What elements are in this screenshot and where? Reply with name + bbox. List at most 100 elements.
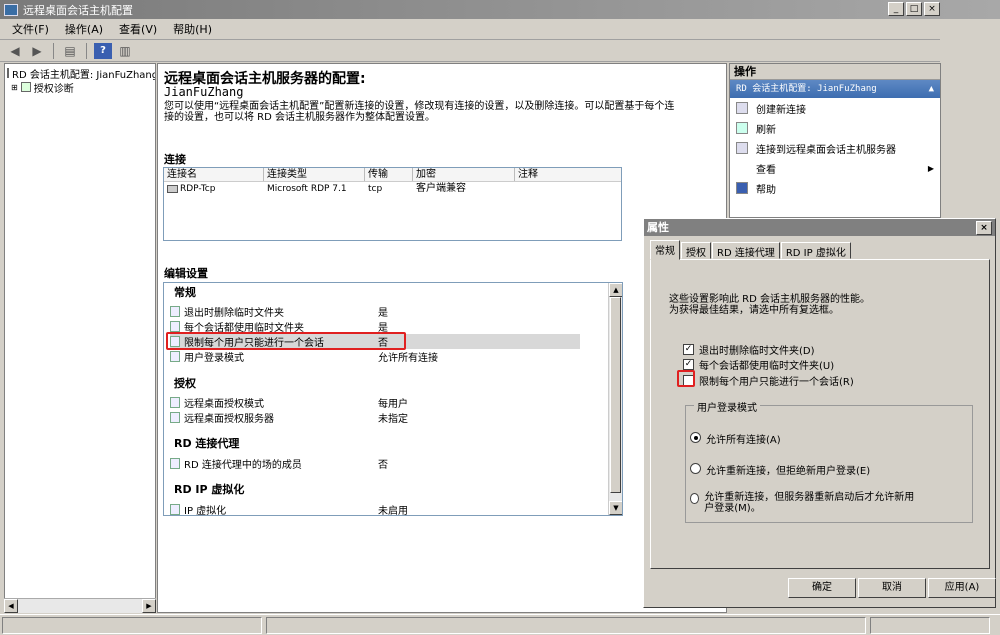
dialog-close-button[interactable]: × xyxy=(976,221,992,235)
checkbox-restrict-single-session[interactable]: 限制每个用户只能进行一个会话(R) xyxy=(683,373,854,388)
show-hide-tree-icon[interactable]: ▤ xyxy=(61,43,79,59)
dialog-description-2: 为获得最佳结果，请选中所有复选框。 xyxy=(669,305,839,316)
tree-item-root[interactable]: RD 会话主机配置: JianFuZhang xyxy=(5,66,155,80)
action-connect-server[interactable]: 连接到远程桌面会话主机服务器 xyxy=(730,138,940,158)
checkbox-label: 退出时删除临时文件夹(D) xyxy=(699,346,815,357)
window-titlebar: 远程桌面会话主机配置 xyxy=(0,0,1000,19)
menu-view[interactable]: 查看(V) xyxy=(111,21,165,37)
list-item[interactable]: 用户登录模式 允许所有连接 xyxy=(170,349,580,364)
tree-hscrollbar[interactable]: ◀ ▶ xyxy=(4,598,156,613)
radio-allow-reconnect-deny-new[interactable]: 允许重新连接，但拒绝新用户登录(E) xyxy=(690,462,870,477)
app-icon xyxy=(4,3,18,16)
submenu-arrow-icon: ▶ xyxy=(927,163,934,173)
scroll-up-icon[interactable]: ▲ xyxy=(609,283,622,297)
table-row[interactable]: RDP-Tcp Microsoft RDP 7.1 tcp 客户端兼容 xyxy=(164,182,621,196)
expand-icon[interactable]: ⊞ xyxy=(11,83,18,92)
checkbox-label: 每个会话都使用临时文件夹(U) xyxy=(699,361,835,372)
table-header: 连接名 连接类型 传输 加密 注释 xyxy=(164,168,621,182)
col-encryption[interactable]: 加密 xyxy=(413,168,515,181)
minimize-button[interactable]: _ xyxy=(888,2,904,16)
radio-label: 允许重新连接，但拒绝新用户登录(E) xyxy=(706,466,871,477)
collapse-icon[interactable]: ▲ xyxy=(929,80,934,98)
scroll-right-icon[interactable]: ▶ xyxy=(142,599,156,613)
new-connection-icon xyxy=(736,102,748,114)
checkbox-per-session-temp[interactable]: ✓ 每个会话都使用临时文件夹(U) xyxy=(683,357,834,372)
tab-general[interactable]: 常规 xyxy=(650,240,680,260)
scroll-left-icon[interactable]: ◀ xyxy=(4,599,18,613)
tab-licensing[interactable]: 授权 xyxy=(681,242,711,259)
main-pane: 远程桌面会话主机服务器的配置: JianFuZhang 您可以使用“远程桌面会话… xyxy=(157,63,727,613)
radio-button[interactable] xyxy=(690,493,700,504)
tab-ip-virtualization[interactable]: RD IP 虚拟化 xyxy=(780,242,851,259)
menu-help[interactable]: 帮助(H) xyxy=(165,21,220,37)
settings-vscrollbar[interactable]: ▲ ▼ xyxy=(608,283,622,515)
cancel-button[interactable]: 取消 xyxy=(858,578,926,598)
dialog-description-1: 这些设置影响此 RD 会话主机服务器的性能。 xyxy=(669,294,871,305)
connections-table: 连接名 连接类型 传输 加密 注释 RDP-Tcp Microsoft RDP … xyxy=(163,167,622,241)
highlight-annotation xyxy=(166,332,406,350)
checkbox-box[interactable]: ✓ xyxy=(683,359,694,370)
scroll-down-icon[interactable]: ▼ xyxy=(609,501,622,515)
checkbox-box[interactable]: ✓ xyxy=(683,344,694,355)
setting-icon xyxy=(170,504,180,515)
radio-allow-all[interactable]: 允许所有连接(A) xyxy=(690,431,781,446)
action-create-connection[interactable]: 创建新连接 xyxy=(730,98,940,118)
radio-button[interactable] xyxy=(690,432,701,443)
list-item[interactable]: 退出时删除临时文件夹 是 xyxy=(170,304,580,319)
menu-file[interactable]: 文件(F) xyxy=(4,21,57,37)
tab-broker[interactable]: RD 连接代理 xyxy=(712,242,780,259)
setting-label: IP 虚拟化 xyxy=(184,506,227,516)
scroll-thumb[interactable] xyxy=(610,297,621,493)
properties-dialog: 属性 × 常规 授权 RD 连接代理 RD IP 虚拟化 这些设置影响此 RD … xyxy=(643,218,996,608)
tree-item-label: 授权诊断 xyxy=(33,83,74,95)
dialog-title: 属性 xyxy=(647,221,669,234)
col-name[interactable]: 连接名 xyxy=(164,168,264,181)
help-icon xyxy=(736,182,748,194)
status-panel xyxy=(266,617,866,634)
tree-item-licensing-diagnosis[interactable]: ⊞ 授权诊断 xyxy=(5,80,155,94)
dialog-tabs: 常规 授权 RD 连接代理 RD IP 虚拟化 xyxy=(650,240,852,260)
setting-label: 用户登录模式 xyxy=(184,353,244,364)
radio-button[interactable] xyxy=(690,463,701,474)
setting-icon xyxy=(170,397,180,408)
setting-label: 退出时删除临时文件夹 xyxy=(184,308,284,319)
window-controls: _ □ × xyxy=(888,2,940,16)
action-view[interactable]: 查看 ▶ xyxy=(730,158,940,178)
server-name: JianFuZhang xyxy=(164,85,244,99)
cell-comment xyxy=(515,182,621,196)
connection-icon xyxy=(167,185,178,193)
action-label: 刷新 xyxy=(756,124,776,136)
col-comment[interactable]: 注释 xyxy=(515,168,621,181)
setting-value: 每用户 xyxy=(378,399,408,410)
list-item[interactable]: IP 虚拟化 未启用 xyxy=(170,502,580,516)
back-icon[interactable]: ◀ xyxy=(6,43,24,59)
forward-icon[interactable]: ▶ xyxy=(28,43,46,59)
radio-allow-reconnect-until-restart[interactable]: 允许重新连接，但服务器重新启动后才允许新用户登录(M)。 xyxy=(690,492,920,514)
action-pane-icon[interactable]: ▥ xyxy=(116,43,134,59)
status-panel xyxy=(2,617,262,634)
menu-action[interactable]: 操作(A) xyxy=(57,21,111,37)
apply-button[interactable]: 应用(A) xyxy=(928,578,996,598)
list-item[interactable]: RD 连接代理中的场的成员 否 xyxy=(170,456,580,471)
settings-list: 常规 退出时删除临时文件夹是 每个会话都使用临时文件夹是 限制每个用户只能进行一… xyxy=(163,282,623,516)
action-refresh[interactable]: 刷新 xyxy=(730,118,940,138)
actions-subheader[interactable]: RD 会话主机配置: JianFuZhang ▲ xyxy=(730,80,940,98)
maximize-button[interactable]: □ xyxy=(906,2,922,16)
ok-button[interactable]: 确定 xyxy=(788,578,856,598)
list-item[interactable]: 远程桌面授权服务器 未指定 xyxy=(170,410,580,425)
close-button[interactable]: × xyxy=(924,2,940,16)
help-icon[interactable]: ? xyxy=(94,42,112,59)
tab-general-panel: 这些设置影响此 RD 会话主机服务器的性能。 为获得最佳结果，请选中所有复选框。… xyxy=(650,259,990,569)
toolbar-separator xyxy=(86,42,87,59)
col-transport[interactable]: 传输 xyxy=(365,168,413,181)
setting-value: 未启用 xyxy=(378,506,408,516)
edit-settings-heading: 编辑设置 xyxy=(164,267,208,280)
connections-heading: 连接 xyxy=(164,153,186,166)
checkbox-delete-temp[interactable]: ✓ 退出时删除临时文件夹(D) xyxy=(683,342,815,357)
refresh-icon xyxy=(736,122,748,134)
action-help[interactable]: 帮助 xyxy=(730,178,940,198)
group-broker: RD 连接代理 xyxy=(174,437,240,450)
group-label: 用户登录模式 xyxy=(694,399,760,414)
col-type[interactable]: 连接类型 xyxy=(264,168,365,181)
list-item[interactable]: 远程桌面授权模式 每用户 xyxy=(170,395,580,410)
